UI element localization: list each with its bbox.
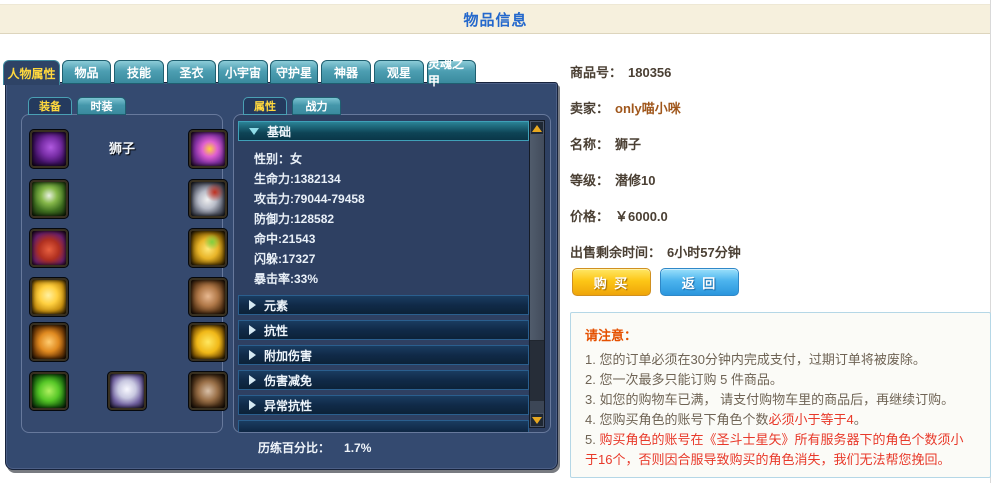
- section-basic[interactable]: 基础: [238, 121, 529, 141]
- notice-item-2: 2. 您一次最多只能订购 5 件商品。: [585, 372, 783, 387]
- notice-item-5: 5. 购买角色的账号在《圣斗士星矢》所有服务器下的角色个数须小于16个，否则因合…: [585, 432, 964, 467]
- scrollbar-thumb[interactable]: [530, 135, 544, 341]
- pants-icon[interactable]: [29, 228, 69, 268]
- notice-item-3: 3. 如您的购物车已满， 请支付购物车里的商品后，再继续订购。: [585, 392, 955, 407]
- green-ribbon-icon[interactable]: [29, 371, 69, 411]
- section-abnormal-resistance[interactable]: 异常抗性: [238, 395, 529, 415]
- time-left-row: 出售剩余时间： 6小时57分钟: [570, 245, 741, 260]
- seller-row: 卖家： only喵小咪: [570, 101, 681, 116]
- orb-icon[interactable]: [188, 129, 228, 169]
- yellow-gem-icon[interactable]: [29, 277, 69, 317]
- section-extra-damage[interactable]: 附加伤害: [238, 345, 529, 365]
- notice-item-1: 1. 您的订单必须在30分钟内完成支付，过期订单将被废除。: [585, 352, 926, 367]
- claw-icon[interactable]: [29, 322, 69, 362]
- section-resistance[interactable]: 抗性: [238, 320, 529, 340]
- subtab-fashion[interactable]: 时装: [77, 97, 126, 115]
- chevron-right-icon: [249, 325, 256, 335]
- section-element[interactable]: 元素: [238, 295, 529, 315]
- page: 物品信息 人物属性 物品 技能 圣衣 小宇宙 守护星 神器 观星 灵魂之甲 装备…: [0, 0, 996, 483]
- buy-button[interactable]: 购 买: [572, 268, 651, 296]
- tab-cosmo[interactable]: 小宇宙: [218, 60, 268, 84]
- tab-character-attributes[interactable]: 人物属性: [3, 60, 60, 85]
- stat-gender: 性别：女: [254, 152, 303, 166]
- experience-value: 1.7%: [344, 441, 372, 455]
- product-id-row: 商品号： 180356: [570, 65, 672, 80]
- section-damage-reduction[interactable]: 伤害减免: [238, 370, 529, 390]
- gold-ring-icon[interactable]: [188, 228, 228, 268]
- tab-cloth[interactable]: 圣衣: [167, 60, 216, 84]
- subtab-equipment[interactable]: 装备: [28, 97, 72, 115]
- scrollbar-track-lower[interactable]: [530, 341, 544, 401]
- chest-armor-icon[interactable]: [29, 179, 69, 219]
- attribute-scroll-box: 基础 性别：女 生命力:1382134 攻击力:79044-79458 防御力:…: [233, 114, 551, 433]
- chevron-right-icon: [249, 350, 256, 360]
- tome-icon[interactable]: [188, 179, 228, 219]
- chevron-right-icon: [249, 375, 256, 385]
- section-clipped[interactable]: [238, 420, 529, 432]
- item-name-row: 名称： 狮子: [570, 137, 642, 152]
- chevron-right-icon: [249, 400, 256, 410]
- stat-hp: 生命力:1382134: [254, 172, 341, 186]
- scroll-up-button[interactable]: [530, 121, 544, 135]
- tab-skills[interactable]: 技能: [114, 60, 164, 84]
- bronze-ring-icon[interactable]: [188, 277, 228, 317]
- stat-dodge: 闪躲:17327: [254, 252, 316, 266]
- tab-artifact[interactable]: 神器: [321, 60, 371, 84]
- subtab-combat-power[interactable]: 战力: [292, 97, 341, 115]
- tab-soul-armor[interactable]: 灵魂之甲: [427, 57, 476, 88]
- tab-guardian-star[interactable]: 守护星: [270, 60, 318, 84]
- arrow-up-icon: [532, 124, 542, 132]
- experience-percent-line: 历练百分比： 1.7%: [258, 439, 371, 456]
- title-bar: 物品信息: [0, 4, 991, 34]
- chevron-down-icon: [249, 127, 259, 135]
- notice-item-4: 4. 您购买角色的账号下角色个数必须小于等于4。: [585, 412, 867, 427]
- stat-defense: 防御力:128582: [254, 212, 335, 226]
- tab-items[interactable]: 物品: [62, 60, 111, 84]
- level-row: 等级： 潜修10: [570, 173, 656, 188]
- stat-attack: 攻击力:79044-79458: [254, 192, 365, 206]
- stat-hit: 命中:21543: [254, 232, 316, 246]
- belt-icon[interactable]: [188, 371, 228, 411]
- notice-title: 请注意：: [585, 328, 638, 343]
- tab-stargazing[interactable]: 观星: [374, 60, 424, 84]
- page-title: 物品信息: [463, 11, 528, 29]
- scrollbar[interactable]: [529, 120, 545, 428]
- stat-crit: 暴击率:33%: [254, 272, 319, 286]
- chevron-right-icon: [249, 300, 256, 310]
- arrow-down-icon: [532, 416, 542, 424]
- price-row: 价格： ￥6000.0: [570, 209, 668, 224]
- experience-label: 历练百分比：: [258, 441, 331, 455]
- cape-icon[interactable]: [29, 129, 69, 169]
- back-button[interactable]: 返 回: [660, 268, 739, 296]
- subtab-attributes[interactable]: 属性: [243, 97, 287, 115]
- notice-box: 请注意： 1. 您的订单必须在30分钟内完成支付，过期订单将被废除。 2. 您一…: [570, 312, 991, 478]
- cloak-icon[interactable]: [107, 371, 147, 411]
- necklace-icon[interactable]: [188, 322, 228, 362]
- stat-list: 性别：女 生命力:1382134 攻击力:79044-79458 防御力:128…: [254, 149, 514, 289]
- scroll-down-button[interactable]: [530, 413, 544, 427]
